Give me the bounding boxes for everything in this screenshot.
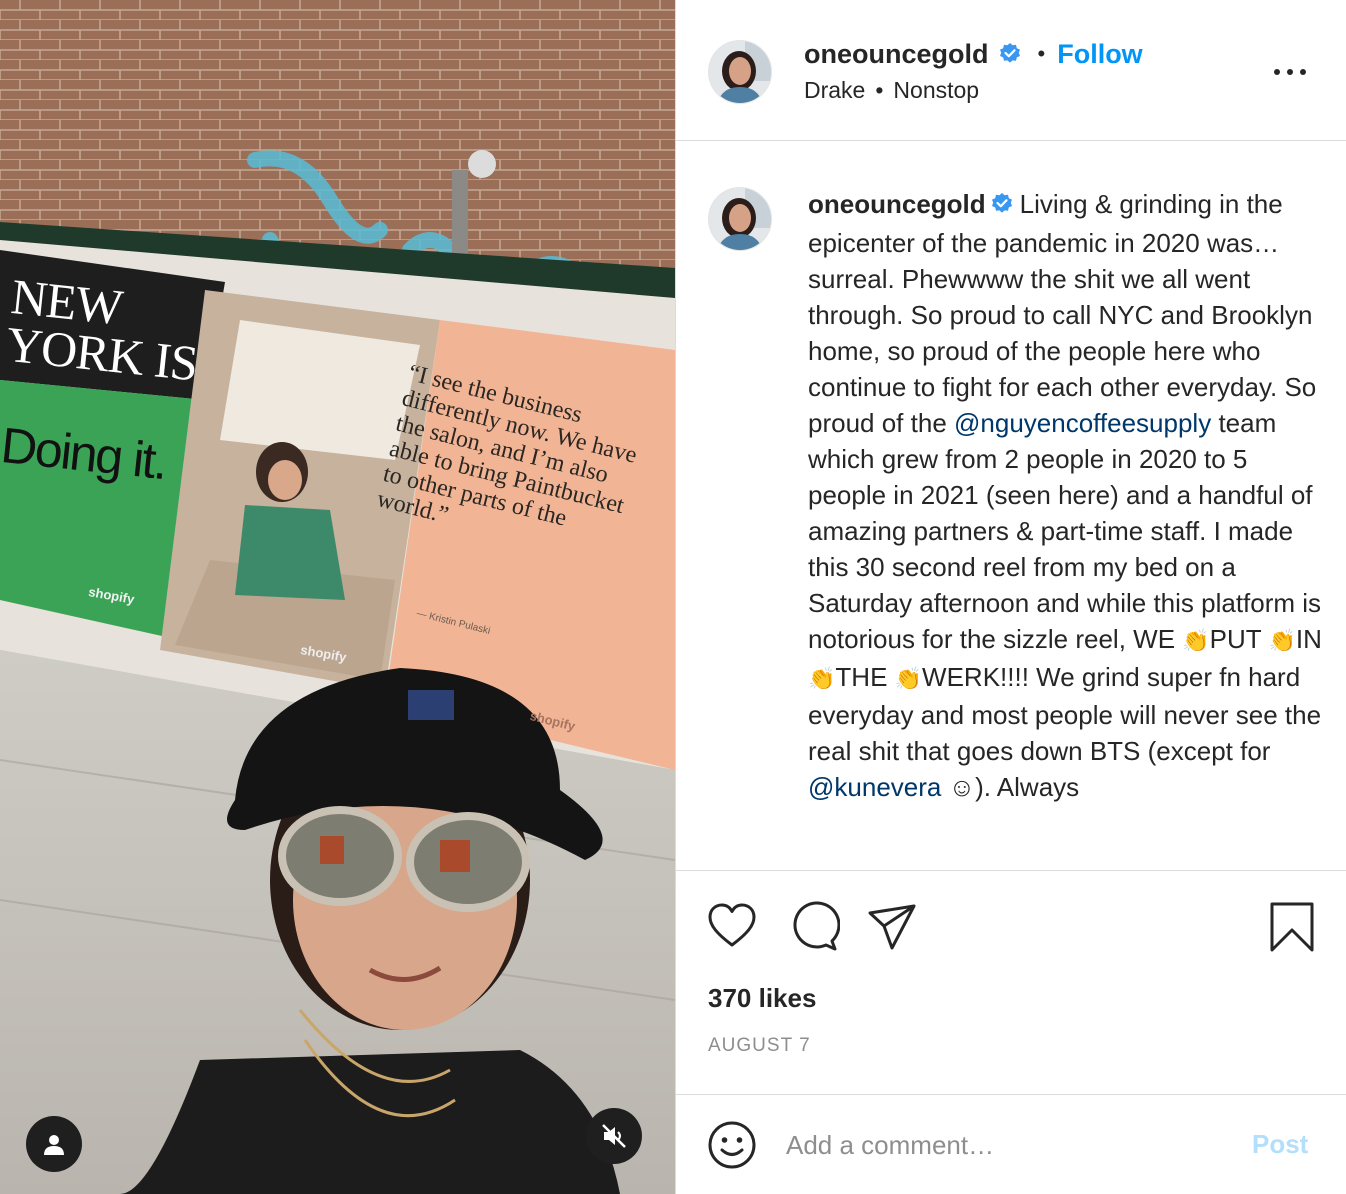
caption-text: IN — [1295, 624, 1322, 654]
more-options-button[interactable] — [1270, 58, 1310, 86]
mention-link[interactable]: @nguyencoffeesupply — [954, 408, 1211, 438]
likes-count[interactable]: 370 likes — [708, 983, 816, 1014]
clap-emoji: 👏 — [1268, 628, 1296, 653]
profile-photo — [709, 41, 771, 103]
more-options-icon — [1274, 69, 1280, 75]
separator-dot: • — [875, 77, 884, 103]
caption-text: PUT — [1209, 624, 1269, 654]
comment-icon[interactable] — [788, 901, 840, 953]
verified-badge-icon — [998, 42, 1022, 66]
muted-speaker-icon — [602, 1124, 626, 1148]
audio-mute-button[interactable] — [586, 1108, 642, 1164]
user-icon — [44, 1135, 64, 1155]
comments-scroll-area[interactable]: oneouncegold Living & grinding in the epi… — [676, 142, 1346, 870]
share-icon[interactable] — [866, 901, 918, 953]
caption-text: ). Always — [975, 772, 1080, 802]
post-header: oneouncegold • Follow Drake • Nonstop — [676, 0, 1346, 141]
post-comment-button[interactable]: Post — [1252, 1129, 1308, 1160]
header-user-line: oneouncegold • Follow — [804, 36, 1143, 72]
profile-photo — [709, 188, 771, 250]
bookmark-icon[interactable] — [1266, 901, 1318, 953]
caption-text: THE — [835, 662, 888, 692]
avatar[interactable] — [708, 40, 772, 104]
smiling-emoji: ☺ — [948, 772, 976, 802]
smiley-icon[interactable] — [706, 1119, 758, 1171]
clap-emoji: 👏 — [1182, 628, 1210, 653]
comment-input[interactable] — [786, 1121, 1226, 1169]
post-caption: oneouncegold Living & grinding in the epi… — [808, 186, 1323, 805]
post-date[interactable]: AUGUST 7 — [708, 1035, 811, 1057]
follow-button[interactable]: Follow — [1057, 39, 1142, 70]
username-link[interactable]: oneouncegold — [804, 39, 989, 70]
add-comment-bar: Post — [676, 1094, 1346, 1194]
poster-headline: NEW YORK IS — [3, 268, 200, 392]
tagged-users-button[interactable] — [26, 1116, 82, 1172]
post-media-video[interactable]: NEW YORK IS Doing it. “I see the busines… — [0, 0, 675, 1194]
caption-text: team which grew from 2 people in 2020 to… — [808, 408, 1322, 654]
caption-username-link[interactable]: oneouncegold — [808, 189, 986, 219]
verified-badge-icon — [990, 189, 1014, 225]
heart-icon[interactable] — [706, 901, 758, 953]
clap-emoji: 👏 — [808, 666, 836, 691]
mention-link[interactable]: @kunevera — [808, 772, 941, 802]
audio-attribution[interactable]: Drake • Nonstop — [804, 77, 979, 104]
post-actions: 370 likes AUGUST 7 — [676, 870, 1346, 1094]
audio-artist[interactable]: Drake — [804, 77, 865, 103]
separator-dot: • — [1037, 41, 1046, 66]
avatar[interactable] — [708, 187, 772, 251]
post-side-panel: oneouncegold • Follow Drake • Nonstop on… — [675, 0, 1346, 1194]
caption-text: Living & grinding in the epicenter of th… — [808, 189, 1317, 438]
clap-emoji: 👏 — [894, 666, 923, 691]
audio-track[interactable]: Nonstop — [893, 77, 979, 103]
